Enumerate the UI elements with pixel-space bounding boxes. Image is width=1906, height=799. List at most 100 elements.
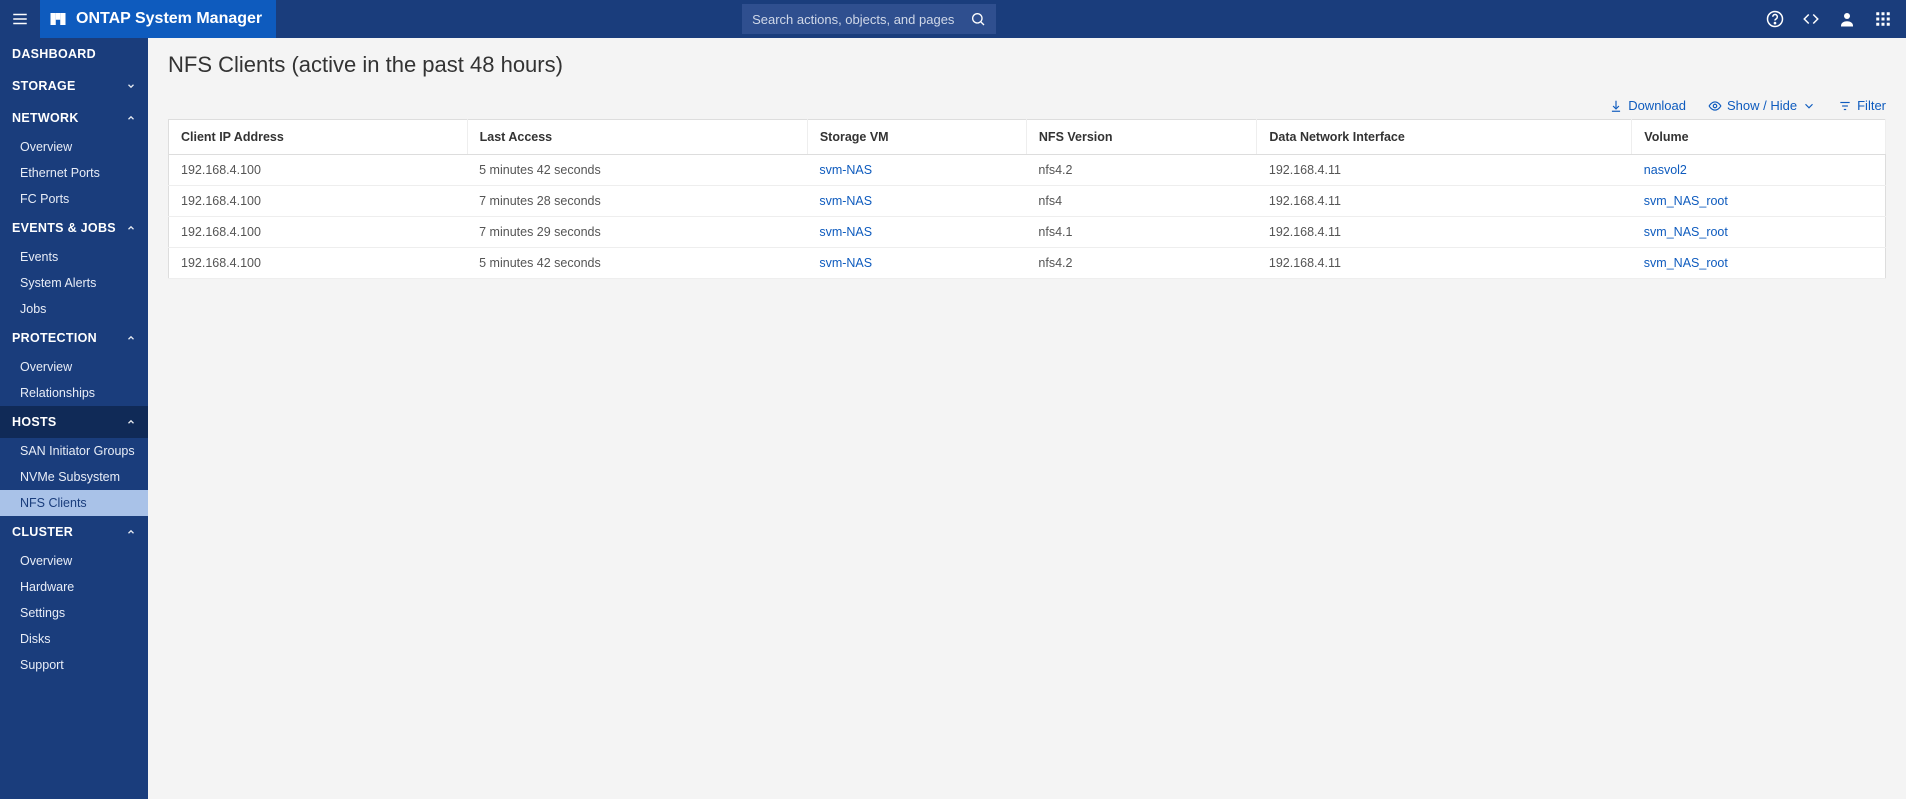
cell-nfs-version: nfs4.2 [1026, 248, 1256, 279]
nav-section-dashboard[interactable]: DASHBOARD [0, 38, 148, 70]
global-search[interactable] [742, 4, 996, 34]
cell-volume-link[interactable]: svm_NAS_root [1644, 225, 1728, 239]
cell-storage-vm: svm-NAS [807, 248, 1026, 279]
table-row[interactable]: 192.168.4.1007 minutes 28 seconds svm-NAS… [169, 186, 1886, 217]
filter-icon [1838, 99, 1852, 113]
nav-item-nfs-clients[interactable]: NFS Clients [0, 490, 148, 516]
cell-volume: svm_NAS_root [1632, 248, 1886, 279]
cell-last-access: 5 minutes 42 seconds [467, 155, 807, 186]
netapp-logo-icon [48, 9, 68, 29]
cell-storage-vm: svm-NAS [807, 155, 1026, 186]
nav-item-nvme-subsystem[interactable]: NVMe Subsystem [0, 464, 148, 490]
table-row[interactable]: 192.168.4.1007 minutes 29 seconds svm-NAS… [169, 217, 1886, 248]
nav-item-overview[interactable]: Overview [0, 548, 148, 574]
nav-section-storage[interactable]: STORAGE [0, 70, 148, 102]
nav-item-san-initiator-groups[interactable]: SAN Initiator Groups [0, 438, 148, 464]
cell-storage-vm-link[interactable]: svm-NAS [819, 194, 872, 208]
table-header-row: Client IP AddressLast AccessStorage VMNF… [169, 120, 1886, 155]
table-body: 192.168.4.1005 minutes 42 secondssvm-NAS… [169, 155, 1886, 279]
hamburger-menu[interactable] [0, 0, 40, 38]
cell-data-interface: 192.168.4.11 [1257, 155, 1632, 186]
app-title: ONTAP System Manager [76, 10, 262, 28]
table-row[interactable]: 192.168.4.1005 minutes 42 seconds svm-NAS… [169, 155, 1886, 186]
download-button[interactable]: Download [1609, 98, 1686, 113]
user-icon[interactable] [1834, 6, 1860, 32]
help-icon[interactable] [1762, 6, 1788, 32]
nav-section-network[interactable]: NETWORK [0, 102, 148, 134]
cell-data-interface: 192.168.4.11 [1257, 248, 1632, 279]
nav-section-hosts[interactable]: HOSTS [0, 406, 148, 438]
search-icon[interactable] [970, 11, 986, 27]
sidebar-nav: DASHBOARDSTORAGENETWORKOverviewEthernet … [0, 38, 148, 799]
chevron-up-icon [126, 223, 136, 233]
nav-item-system-alerts[interactable]: System Alerts [0, 270, 148, 296]
chevron-up-icon [126, 527, 136, 537]
cell-last-access: 5 minutes 42 seconds [467, 248, 807, 279]
cell-volume: svm_NAS_root [1632, 217, 1886, 248]
cell-volume-link[interactable]: svm_NAS_root [1644, 256, 1728, 270]
cell-data-interface: 192.168.4.11 [1257, 217, 1632, 248]
cell-client-ip: 192.168.4.100 [169, 155, 468, 186]
table-row[interactable]: 192.168.4.1005 minutes 42 seconds svm-NAS… [169, 248, 1886, 279]
cell-nfs-version: nfs4.2 [1026, 155, 1256, 186]
col-header-volume[interactable]: Volume [1632, 120, 1886, 155]
app-brand[interactable]: ONTAP System Manager [40, 0, 276, 38]
nav-item-jobs[interactable]: Jobs [0, 296, 148, 322]
col-header-data-network-interface[interactable]: Data Network Interface [1257, 120, 1632, 155]
nav-section-cluster[interactable]: CLUSTER [0, 516, 148, 548]
nav-section-events-jobs[interactable]: EVENTS & JOBS [0, 212, 148, 244]
nav-section-label: STORAGE [12, 79, 76, 93]
cell-client-ip: 192.168.4.100 [169, 248, 468, 279]
nav-item-hardware[interactable]: Hardware [0, 574, 148, 600]
col-header-client-ip-address[interactable]: Client IP Address [169, 120, 468, 155]
nav-item-support[interactable]: Support [0, 652, 148, 678]
nav-section-label: EVENTS & JOBS [12, 221, 116, 235]
nav-section-label: PROTECTION [12, 331, 97, 345]
cell-volume: svm_NAS_root [1632, 186, 1886, 217]
cell-last-access: 7 minutes 29 seconds [467, 217, 807, 248]
show-hide-button[interactable]: Show / Hide [1708, 98, 1816, 113]
nav-item-fc-ports[interactable]: FC Ports [0, 186, 148, 212]
search-input[interactable] [752, 12, 970, 27]
chevron-up-icon [126, 417, 136, 427]
cell-last-access: 7 minutes 28 seconds [467, 186, 807, 217]
download-label: Download [1628, 98, 1686, 113]
cell-volume-link[interactable]: svm_NAS_root [1644, 194, 1728, 208]
nav-item-disks[interactable]: Disks [0, 626, 148, 652]
cell-data-interface: 192.168.4.11 [1257, 186, 1632, 217]
cell-storage-vm-link[interactable]: svm-NAS [819, 163, 872, 177]
chevron-up-icon [126, 333, 136, 343]
cell-nfs-version: nfs4.1 [1026, 217, 1256, 248]
filter-button[interactable]: Filter [1838, 98, 1886, 113]
cell-client-ip: 192.168.4.100 [169, 186, 468, 217]
cell-storage-vm-link[interactable]: svm-NAS [819, 225, 872, 239]
cell-client-ip: 192.168.4.100 [169, 217, 468, 248]
top-right-actions [1762, 6, 1906, 32]
nav-section-protection[interactable]: PROTECTION [0, 322, 148, 354]
chevron-down-icon [126, 81, 136, 91]
cell-volume-link[interactable]: nasvol2 [1644, 163, 1687, 177]
api-icon[interactable] [1798, 6, 1824, 32]
cell-storage-vm: svm-NAS [807, 217, 1026, 248]
nav-item-overview[interactable]: Overview [0, 134, 148, 160]
cell-nfs-version: nfs4 [1026, 186, 1256, 217]
show-hide-label: Show / Hide [1727, 98, 1797, 113]
nav-item-events[interactable]: Events [0, 244, 148, 270]
cell-storage-vm: svm-NAS [807, 186, 1026, 217]
nav-section-label: HOSTS [12, 415, 57, 429]
apps-grid-icon[interactable] [1870, 6, 1896, 32]
main-content: NFS Clients (active in the past 48 hours… [148, 38, 1906, 799]
page-title: NFS Clients (active in the past 48 hours… [168, 52, 1886, 78]
nav-item-relationships[interactable]: Relationships [0, 380, 148, 406]
chevron-up-icon [126, 113, 136, 123]
nfs-clients-table: Client IP AddressLast AccessStorage VMNF… [168, 119, 1886, 279]
col-header-nfs-version[interactable]: NFS Version [1026, 120, 1256, 155]
filter-label: Filter [1857, 98, 1886, 113]
cell-storage-vm-link[interactable]: svm-NAS [819, 256, 872, 270]
col-header-storage-vm[interactable]: Storage VM [807, 120, 1026, 155]
col-header-last-access[interactable]: Last Access [467, 120, 807, 155]
eye-icon [1708, 99, 1722, 113]
nav-item-settings[interactable]: Settings [0, 600, 148, 626]
nav-item-ethernet-ports[interactable]: Ethernet Ports [0, 160, 148, 186]
nav-item-overview[interactable]: Overview [0, 354, 148, 380]
